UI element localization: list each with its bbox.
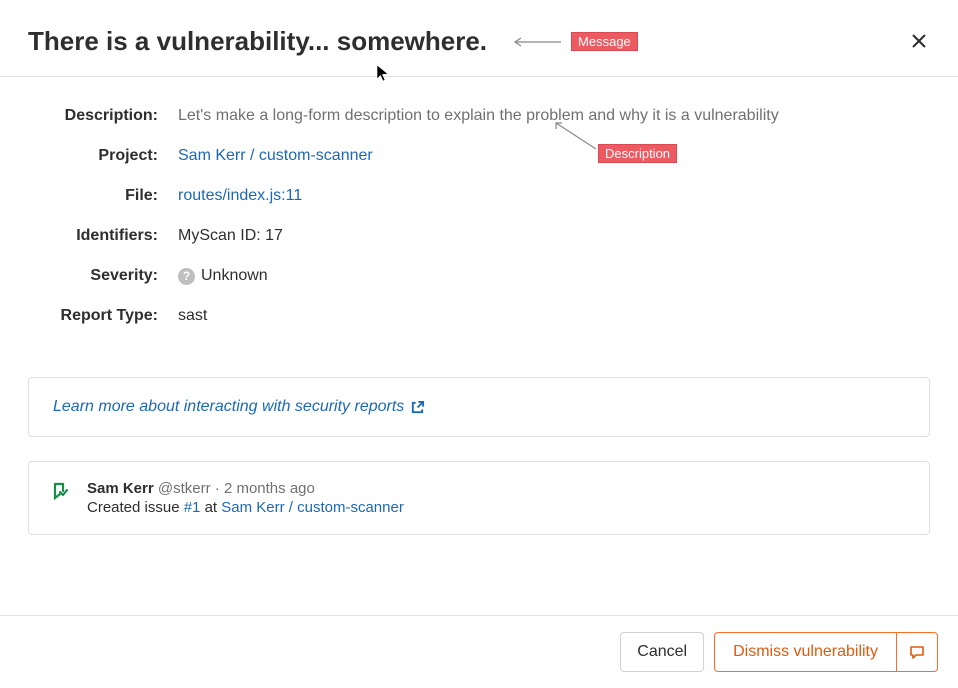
modal-title: There is a vulnerability... somewhere. — [28, 26, 487, 57]
modal-header: There is a vulnerability... somewhere. M… — [0, 0, 958, 77]
feedback-issue-link[interactable]: #1 — [184, 499, 201, 516]
feedback-body: Created issue #1 at Sam Kerr / custom-sc… — [87, 499, 404, 516]
learn-more-box: Learn more about interacting with securi… — [28, 377, 930, 437]
report-type-label: Report Type: — [28, 307, 178, 325]
close-button[interactable] — [908, 24, 930, 58]
severity-label: Severity: — [28, 267, 178, 285]
feedback-timestamp: 2 months ago — [224, 480, 315, 497]
dismiss-vulnerability-button[interactable]: Dismiss vulnerability — [714, 632, 896, 672]
issue-feedback-box: Sam Kerr @stkerr · 2 months ago Created … — [28, 461, 930, 535]
cancel-button[interactable]: Cancel — [620, 632, 704, 672]
severity-unknown-icon: ? — [178, 268, 195, 285]
file-link[interactable]: routes/index.js:11 — [178, 187, 302, 205]
feedback-user-handle: @stkerr — [158, 480, 211, 497]
feedback-action-prefix: Created issue — [87, 499, 184, 516]
feedback-user-name: Sam Kerr — [87, 480, 154, 497]
dismiss-button-group: Dismiss vulnerability — [714, 632, 938, 672]
dismiss-comment-button[interactable] — [896, 632, 938, 672]
project-link[interactable]: Sam Kerr / custom-scanner — [178, 147, 373, 165]
file-label: File: — [28, 187, 178, 205]
modal-body: Description: Let's make a long-form desc… — [0, 77, 958, 535]
description-label: Description: — [28, 107, 178, 125]
identifiers-label: Identifiers: — [28, 227, 178, 245]
description-tag: Description — [598, 144, 677, 163]
arrow-left-icon — [507, 37, 563, 47]
issue-created-icon — [51, 482, 69, 505]
message-tag: Message — [571, 32, 638, 51]
project-label: Project: — [28, 147, 178, 165]
details-grid: Description: Let's make a long-form desc… — [28, 107, 930, 325]
feedback-separator: · — [215, 480, 220, 497]
identifiers-value: MyScan ID: 17 — [178, 227, 930, 245]
close-icon — [912, 34, 926, 48]
description-value: Let's make a long-form description to ex… — [178, 107, 930, 125]
external-link-icon — [410, 400, 425, 415]
learn-more-text: Learn more about interacting with securi… — [53, 398, 404, 416]
comment-icon — [909, 644, 925, 660]
feedback-action-middle: at — [200, 499, 221, 516]
vulnerability-modal: There is a vulnerability... somewhere. M… — [0, 0, 958, 688]
annotation-message: Message — [507, 32, 638, 51]
feedback-project-link[interactable]: Sam Kerr / custom-scanner — [221, 499, 404, 516]
modal-footer: Cancel Dismiss vulnerability — [0, 615, 958, 688]
report-type-value: sast — [178, 307, 930, 325]
severity-value: Unknown — [201, 267, 268, 285]
learn-more-link[interactable]: Learn more about interacting with securi… — [53, 398, 425, 416]
feedback-header: Sam Kerr @stkerr · 2 months ago — [87, 480, 404, 497]
